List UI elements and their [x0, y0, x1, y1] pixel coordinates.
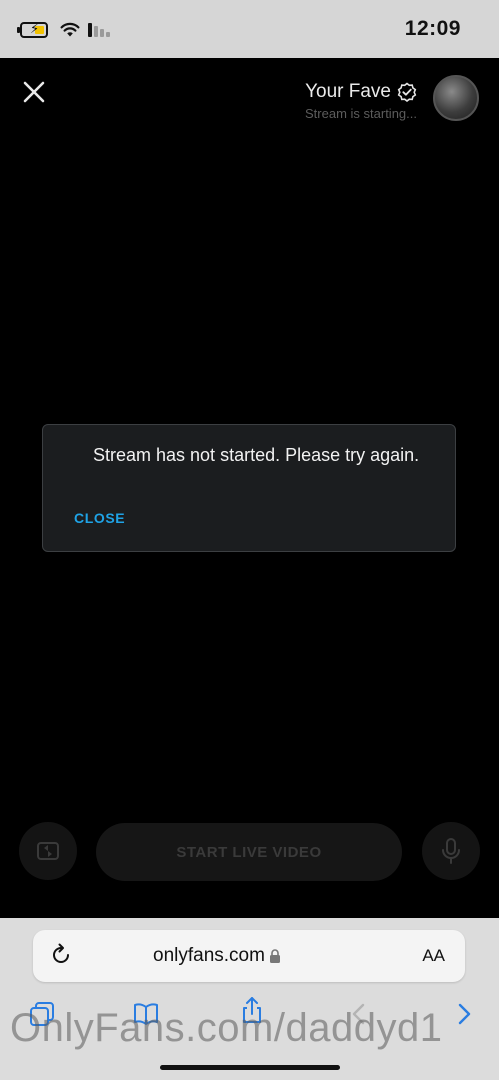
lock-icon	[269, 949, 280, 963]
creator-name-row: Your Fave	[305, 80, 417, 104]
cellular-signal-icon	[88, 23, 112, 37]
creator-name: Your Fave	[305, 81, 391, 102]
url-display[interactable]: onlyfans.com	[153, 945, 281, 967]
reload-icon[interactable]	[49, 943, 73, 967]
microphone-button[interactable]	[422, 822, 480, 880]
dialog-message: Stream has not started. Please try again…	[93, 445, 420, 465]
battery-charging-icon: ⚡	[17, 21, 48, 38]
status-bar: ⚡ 12:09	[0, 0, 499, 58]
address-bar[interactable]: onlyfans.com AA	[33, 930, 465, 982]
text-size-button[interactable]: AA	[422, 946, 445, 966]
wifi-icon	[60, 22, 80, 37]
dialog-close-button[interactable]: CLOSE	[74, 510, 125, 526]
close-icon[interactable]	[20, 78, 48, 106]
stream-status-text: Stream is starting...	[305, 106, 417, 121]
live-stream-screen: ⚡ 12:09 Your Fave Stream is starting...	[0, 0, 499, 1080]
status-time: 12:09	[404, 17, 461, 40]
error-dialog: Stream has not started. Please try again…	[42, 424, 456, 552]
status-icons: ⚡	[17, 20, 112, 40]
start-live-video-button[interactable]: START LIVE VIDEO	[96, 823, 402, 881]
url-text[interactable]: onlyfans.com	[153, 945, 265, 967]
creator-info: Your Fave Stream is starting...	[305, 80, 417, 121]
creator-avatar[interactable]	[433, 75, 479, 121]
forward-icon[interactable]	[450, 1000, 478, 1028]
watermark-text: OnlyFans.com/daddyd1	[10, 1006, 443, 1050]
flip-camera-button[interactable]	[19, 822, 77, 880]
microphone-icon	[442, 838, 460, 864]
home-indicator[interactable]	[160, 1065, 340, 1070]
flip-camera-icon	[37, 842, 59, 860]
verified-badge-icon	[397, 82, 417, 102]
browser-bar: onlyfans.com AA	[0, 918, 499, 1080]
